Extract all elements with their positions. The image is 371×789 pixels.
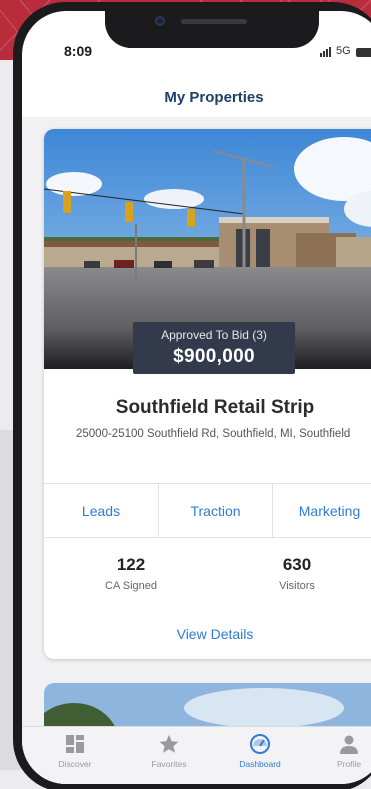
status-time: 8:09 <box>64 43 93 59</box>
tab-label: Dashboard <box>239 759 281 769</box>
signal-bars-icon <box>320 45 332 57</box>
property-card[interactable]: Approved To Bid (3) $900,000 Southfield … <box>44 129 371 659</box>
tab-label: Favorites <box>151 759 187 769</box>
property-tabs: Leads Traction Marketing <box>44 483 371 538</box>
speaker-grille <box>181 19 247 24</box>
bid-status-label: Approved To Bid (3) <box>161 328 267 342</box>
tab-label: Profile <box>336 759 362 769</box>
grid-icon <box>66 735 84 753</box>
stat-label: CA Signed <box>105 580 157 592</box>
camera-icon <box>155 16 165 26</box>
network-label: 5G <box>336 45 351 57</box>
property-name: Southfield Retail Strip <box>115 397 315 418</box>
person-icon <box>340 735 358 754</box>
phone-notch <box>105 2 319 48</box>
bottom-tab-bar: Discover Favorites Dashboard Profile <box>22 726 371 784</box>
property-address: 25000-25100 Southfield Rd, Southfield, M… <box>76 428 351 440</box>
tab-traction[interactable]: Traction <box>158 484 272 538</box>
property-price: $900,000 <box>173 346 255 367</box>
stat-ca-signed: 122 CA Signed <box>76 555 186 592</box>
page-title: My Properties <box>164 89 264 106</box>
bid-status-badge: Approved To Bid (3) $900,000 <box>133 322 295 374</box>
screen: 8:09 5G My Properties Approved To Bid (3… <box>22 11 371 784</box>
stat-visitors: 630 Visitors <box>242 555 352 592</box>
tab-dashboard[interactable]: Dashboard <box>225 733 295 769</box>
tab-discover[interactable]: Discover <box>40 733 110 769</box>
stat-value: 122 <box>116 555 146 574</box>
tab-label: Discover <box>58 759 92 769</box>
tab-marketing[interactable]: Marketing <box>272 484 371 538</box>
stat-label: Visitors <box>279 580 315 592</box>
tab-leads[interactable]: Leads <box>44 484 158 538</box>
battery-icon <box>356 48 371 57</box>
star-icon <box>159 735 179 753</box>
gauge-icon <box>250 734 270 754</box>
view-details-link[interactable]: View Details <box>44 626 371 642</box>
stat-value: 630 <box>282 555 312 574</box>
phone-frame: 8:09 5G My Properties Approved To Bid (3… <box>13 2 371 789</box>
tab-favorites[interactable]: Favorites <box>134 733 204 769</box>
signal-indicator: 5G <box>320 45 351 57</box>
tab-profile[interactable]: Profile <box>314 733 371 769</box>
